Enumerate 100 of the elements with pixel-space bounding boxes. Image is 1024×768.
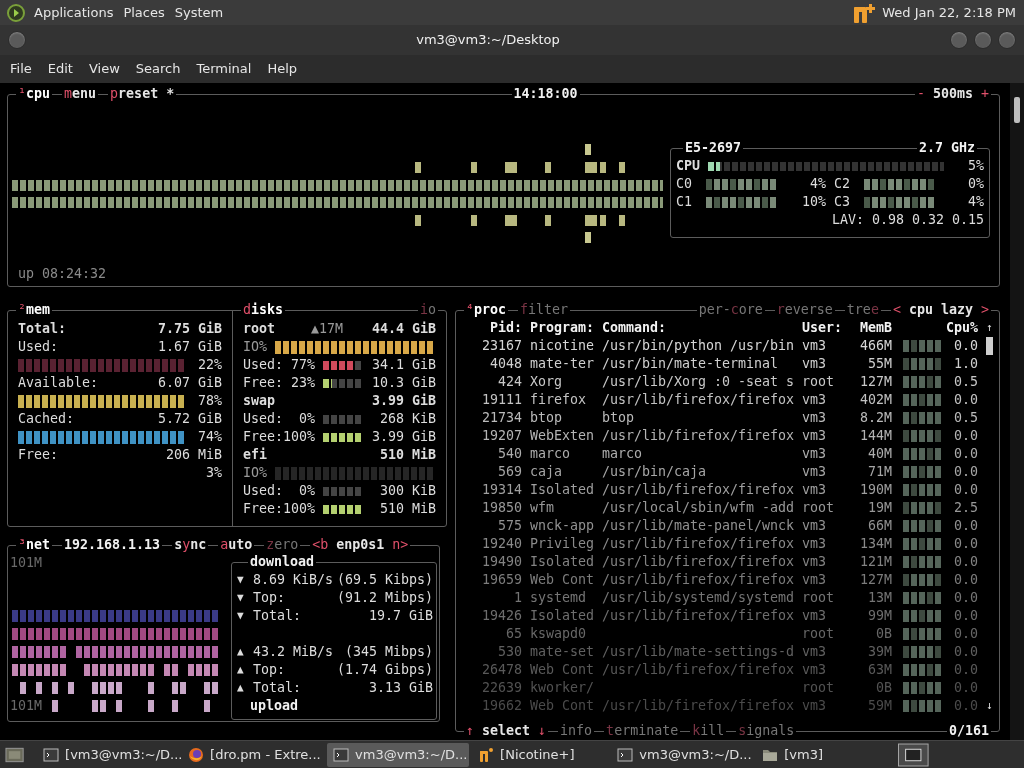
taskbar-button[interactable]: [vm3@vm3:~/D... bbox=[37, 742, 180, 767]
column-header[interactable]: Cpu% bbox=[944, 319, 978, 337]
show-desktop-icon[interactable] bbox=[5, 745, 25, 764]
panel-title: ⁴ proc bbox=[464, 301, 509, 319]
table-cell-text: 127M bbox=[858, 571, 892, 589]
terminal-icon bbox=[43, 747, 60, 762]
meter-label: Free: bbox=[243, 428, 283, 446]
taskbar-button[interactable]: [dro.pm - Extre... bbox=[182, 742, 325, 767]
table-cell: kworker/ bbox=[530, 679, 594, 697]
toggle-tab[interactable]: < cpu lazy > bbox=[890, 301, 991, 319]
table-cell: /usr/bin/python /usr/bin bbox=[602, 337, 794, 355]
table-cell-text: 0.0 bbox=[952, 337, 978, 355]
stat-label: Total: bbox=[253, 679, 302, 697]
cpu-sparkline bbox=[903, 610, 941, 622]
table-cell: /usr/lib/firefox/firefox bbox=[602, 571, 794, 589]
stat-value: 3.13 GiB bbox=[367, 679, 433, 697]
table-cell-text: vm3 bbox=[802, 643, 828, 661]
table-cell-text: vm3 bbox=[802, 337, 828, 355]
table-cell-text: vm3 bbox=[802, 427, 828, 445]
workspace-switcher[interactable] bbox=[898, 742, 929, 767]
table-cell-text: 569 bbox=[496, 463, 522, 481]
core-graph bbox=[864, 196, 934, 208]
scroll-down-arrow[interactable]: ↓ bbox=[986, 697, 993, 715]
menu-item[interactable]: Places bbox=[123, 2, 165, 23]
stat-value: (91.2 Mibps) bbox=[335, 589, 433, 607]
stat-value: 206 MiB bbox=[165, 446, 222, 464]
table-cell-text: 530 bbox=[496, 643, 522, 661]
meter-label: Used: bbox=[243, 410, 283, 428]
table-cell-text: vm3 bbox=[802, 571, 828, 589]
load-average: LAV: 0.98 0.32 0.15 bbox=[831, 211, 984, 229]
toggle-tab[interactable]: p reset * bbox=[108, 85, 177, 103]
toggle-tab[interactable]: signals bbox=[736, 722, 797, 740]
stat-label: Available: bbox=[18, 374, 99, 392]
table-cell-text: 4048 bbox=[488, 355, 522, 373]
table-cell-text: 0.0 bbox=[952, 445, 978, 463]
table-cell-text: vm3 bbox=[802, 391, 828, 409]
cpu-sparkline bbox=[903, 502, 941, 514]
clock[interactable]: Wed Jan 22, 2:18 PM bbox=[882, 2, 1016, 23]
table-cell-text: 121M bbox=[858, 553, 892, 571]
column-header[interactable]: Command: bbox=[602, 319, 794, 337]
table-cell-text: 0.0 bbox=[952, 625, 978, 643]
table-cell-text: wfm bbox=[530, 499, 556, 517]
stat-value: 7.75 GiB bbox=[157, 320, 222, 338]
panel-title: ¹ cpu bbox=[16, 85, 53, 103]
stat-label: Used: bbox=[18, 338, 59, 356]
table-cell-text: vm3 bbox=[802, 463, 828, 481]
scrollbar[interactable] bbox=[1010, 83, 1024, 740]
menu-item[interactable]: Terminal bbox=[190, 59, 258, 79]
stat-label: Free: bbox=[18, 446, 59, 464]
usage-meter bbox=[323, 360, 363, 370]
cpu-sparkline bbox=[903, 646, 941, 658]
window-menu-button[interactable] bbox=[8, 31, 26, 49]
table-cell-text: 190M bbox=[858, 481, 892, 499]
menu-item[interactable]: Edit bbox=[41, 59, 79, 79]
table-cell-text: 26478 bbox=[480, 661, 522, 679]
close-button[interactable] bbox=[998, 31, 1016, 49]
percent-label: 77% bbox=[289, 356, 315, 374]
table-cell: Isolated bbox=[530, 607, 594, 625]
percent-label: 0% bbox=[967, 175, 984, 193]
percent-label: 0% bbox=[298, 482, 315, 500]
percent-label: 78% bbox=[197, 392, 222, 410]
taskbar-button[interactable]: vm3@vm3:~/D... bbox=[611, 742, 754, 767]
column-header[interactable]: Program: bbox=[530, 319, 594, 337]
table-cell-text: 0B bbox=[875, 679, 892, 697]
menu-item[interactable]: File bbox=[4, 59, 38, 79]
column-header[interactable]: Pid: bbox=[465, 319, 522, 337]
table-cell: /usr/lib/firefox/firefox bbox=[602, 391, 794, 409]
menu-item[interactable]: Applications bbox=[34, 2, 114, 23]
table-cell-text: 134M bbox=[858, 535, 892, 553]
taskbar-button[interactable]: [vm3] bbox=[756, 742, 893, 767]
table-cell-text: 1.0 bbox=[952, 355, 978, 373]
column-header[interactable]: MemB bbox=[842, 319, 892, 337]
logo-icon[interactable] bbox=[6, 2, 26, 23]
meter-label: Used: bbox=[243, 356, 283, 374]
toggle-tab[interactable]: <b enp0s1 n> bbox=[310, 536, 411, 554]
table-cell-text: vm3 bbox=[802, 553, 828, 571]
meter-label: Free: bbox=[243, 374, 283, 392]
table-cell: WebExten bbox=[530, 427, 594, 445]
scroll-up-arrow[interactable]: ↑ bbox=[986, 319, 993, 337]
column-header[interactable]: User: bbox=[802, 319, 842, 337]
maximize-button[interactable] bbox=[974, 31, 992, 49]
usage-meter bbox=[323, 504, 363, 514]
taskbar-button[interactable]: vm3@vm3:~/D... bbox=[327, 742, 470, 767]
meter-label: CPU bbox=[676, 157, 702, 175]
menu-item[interactable]: System bbox=[174, 2, 224, 23]
scrollbar-thumb[interactable] bbox=[986, 337, 993, 355]
table-cell-text: 19314 bbox=[480, 481, 522, 499]
table-cell-text: 8.2M bbox=[858, 409, 892, 427]
menu-item[interactable]: Search bbox=[129, 59, 187, 79]
scrollbar-thumb[interactable] bbox=[1014, 97, 1020, 123]
menu-item[interactable]: View bbox=[82, 59, 126, 79]
disk-name: efi bbox=[243, 446, 268, 464]
table-cell: Privileg bbox=[530, 535, 594, 553]
table-cell: /usr/lib/mate-panel/wnck bbox=[602, 517, 794, 535]
menu-item[interactable]: Help bbox=[261, 59, 304, 79]
arrow-label: ▲ bbox=[237, 644, 245, 660]
core-graph bbox=[706, 196, 776, 208]
cpu-sparkline bbox=[903, 592, 941, 604]
taskbar-button[interactable]: [Nicotine+] bbox=[472, 742, 609, 767]
minimize-button[interactable] bbox=[950, 31, 968, 49]
